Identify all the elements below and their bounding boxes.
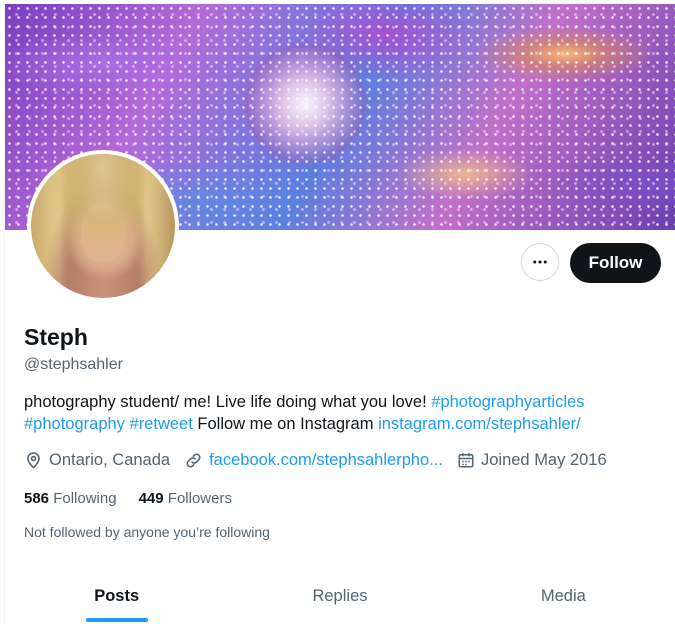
location-item: Ontario, Canada	[24, 451, 170, 470]
follow-button[interactable]: Follow	[570, 243, 661, 283]
following-link[interactable]: 586 Following	[24, 490, 117, 507]
profile-avatar[interactable]	[27, 150, 179, 302]
joined-item: Joined May 2016	[457, 451, 607, 470]
bio-text: photography student/ me! Live life doing…	[24, 393, 432, 411]
profile-meta: Ontario, Canada facebook.com/stephsahler…	[24, 449, 621, 471]
profile-page: Follow Steph @stephsahler photography st…	[4, 4, 675, 624]
avatar-photo	[31, 154, 175, 298]
tab-label: Posts	[94, 587, 140, 605]
joined-text: Joined May 2016	[480, 450, 607, 469]
more-icon	[533, 260, 547, 264]
instagram-link[interactable]: instagram.com/stephsahler/	[378, 415, 581, 433]
hashtag-retweet[interactable]: #retweet	[130, 415, 193, 433]
tab-posts[interactable]: Posts	[5, 572, 228, 624]
followers-link[interactable]: 449 Followers	[139, 490, 232, 507]
more-options-button[interactable]	[521, 243, 559, 281]
tab-replies[interactable]: Replies	[228, 572, 451, 624]
hashtag-photographyarticles[interactable]: #photographyarticles	[431, 393, 584, 411]
profile-tabs: Posts Replies Media	[5, 572, 675, 624]
active-tab-indicator	[85, 618, 148, 622]
tab-media[interactable]: Media	[452, 572, 675, 624]
website-link[interactable]: facebook.com/stephsahlerpho...	[209, 451, 443, 470]
tab-label: Replies	[312, 587, 368, 605]
profile-bio: photography student/ me! Live life doing…	[24, 391, 654, 435]
follow-counts: 586 Following 449 Followers	[24, 490, 254, 507]
bio-text-2: Follow me on Instagram	[192, 415, 379, 433]
link-icon	[186, 452, 201, 468]
website-item[interactable]: facebook.com/stephsahlerpho...	[184, 451, 443, 470]
hashtag-photography[interactable]: #photography	[24, 415, 125, 433]
calendar-icon	[458, 453, 474, 468]
profile-handle: @stephsahler	[24, 356, 123, 373]
location-text: Ontario, Canada	[49, 450, 171, 469]
tab-label: Media	[540, 587, 586, 605]
location-pin-icon	[27, 451, 40, 469]
profile-name: Steph	[24, 324, 88, 350]
not-followed-notice: Not followed by anyone you’re following	[24, 524, 270, 540]
followers-label: Followers	[167, 490, 232, 507]
following-label: Following	[53, 490, 117, 507]
following-count: 586	[24, 490, 50, 507]
followers-count: 449	[138, 490, 164, 507]
